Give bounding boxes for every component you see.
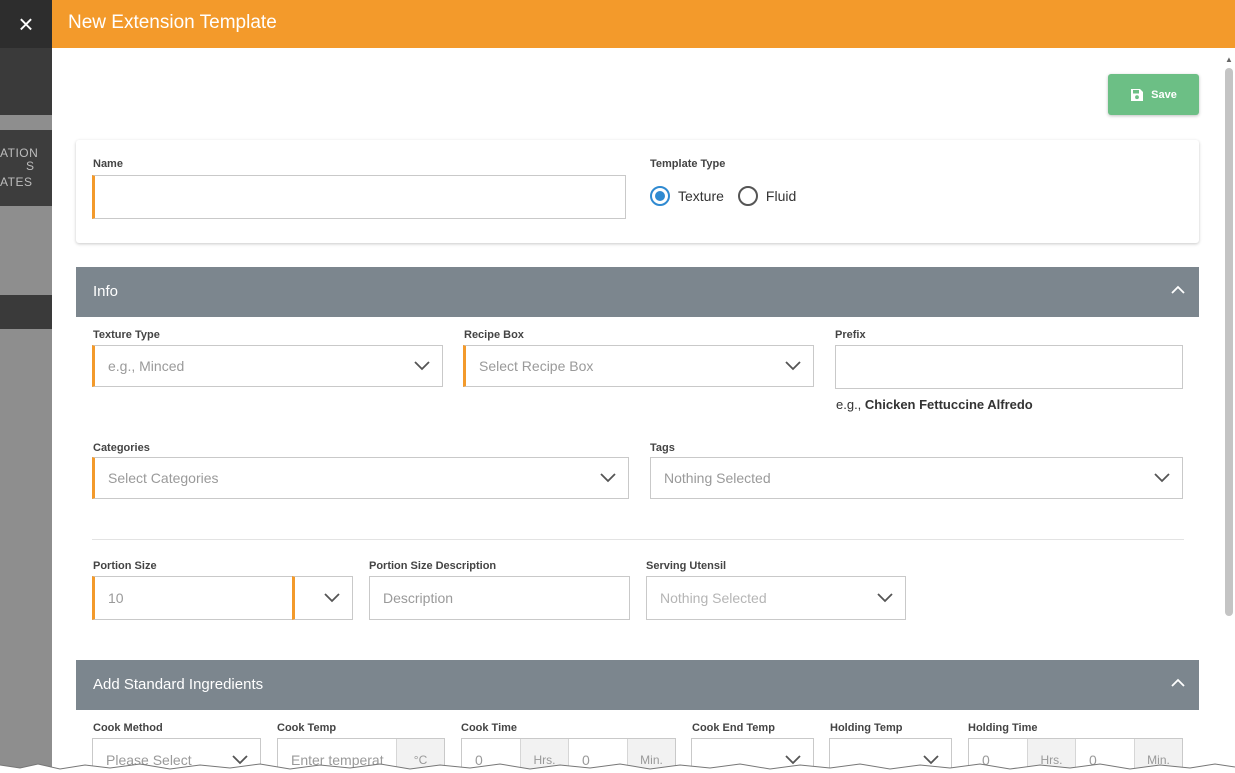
tags-label: Tags bbox=[650, 442, 675, 454]
prefix-label: Prefix bbox=[835, 329, 866, 341]
save-button[interactable]: Save bbox=[1108, 74, 1199, 115]
portion-size-input[interactable]: 10 bbox=[92, 576, 294, 620]
save-button-label: Save bbox=[1151, 88, 1177, 101]
chevron-up-icon[interactable] bbox=[1171, 678, 1185, 687]
torn-edge bbox=[0, 763, 1235, 773]
chevron-down-icon bbox=[324, 593, 340, 603]
modal-header: New Extension Template bbox=[52, 0, 1235, 48]
cook-temp-label: Cook Temp bbox=[277, 722, 337, 734]
radio-texture-label: Texture bbox=[678, 188, 724, 204]
portion-unit-select[interactable] bbox=[292, 576, 353, 620]
categories-label: Categories bbox=[93, 442, 150, 454]
portion-size-label: Portion Size bbox=[93, 560, 157, 572]
radio-selected-icon bbox=[650, 186, 670, 206]
serving-utensil-label: Serving Utensil bbox=[646, 560, 727, 572]
name-input[interactable] bbox=[92, 175, 626, 219]
texture-type-placeholder: e.g., Minced bbox=[108, 358, 185, 374]
info-section-header[interactable]: Info bbox=[76, 267, 1199, 317]
close-icon: × bbox=[18, 8, 34, 39]
info-section-title: Info bbox=[93, 283, 119, 300]
background-menu: ATION S ATES bbox=[0, 130, 52, 206]
name-label: Name bbox=[93, 158, 123, 170]
serving-utensil-select[interactable]: Nothing Selected bbox=[646, 576, 906, 620]
chevron-down-icon bbox=[414, 361, 430, 371]
scrollbar-thumb[interactable] bbox=[1225, 68, 1233, 616]
ingredients-section-title: Add Standard Ingredients bbox=[93, 676, 264, 693]
holding-time-label: Holding Time bbox=[968, 722, 1038, 734]
recipe-box-label: Recipe Box bbox=[464, 329, 524, 341]
tags-placeholder: Nothing Selected bbox=[664, 470, 771, 486]
radio-texture[interactable]: Texture bbox=[650, 186, 724, 206]
serving-utensil-placeholder: Nothing Selected bbox=[660, 590, 767, 606]
floppy-disk-icon bbox=[1131, 88, 1144, 101]
radio-fluid[interactable]: Fluid bbox=[737, 186, 797, 206]
template-type-radio-group: Texture Fluid bbox=[650, 186, 810, 206]
prefix-hint-prefix: e.g., bbox=[836, 397, 865, 412]
portion-size-description-placeholder: Description bbox=[383, 590, 454, 606]
chevron-down-icon bbox=[600, 473, 616, 483]
cook-time-label: Cook Time bbox=[461, 722, 518, 734]
chevron-down-icon bbox=[785, 361, 801, 371]
portion-size-value: 10 bbox=[108, 590, 124, 606]
cook-end-temp-label: Cook End Temp bbox=[692, 722, 775, 734]
chevron-up-icon[interactable] bbox=[1171, 285, 1185, 294]
modal-title: New Extension Template bbox=[68, 12, 277, 33]
tags-select[interactable]: Nothing Selected bbox=[650, 457, 1183, 499]
holding-temp-label: Holding Temp bbox=[830, 722, 903, 734]
categories-placeholder: Select Categories bbox=[108, 470, 219, 486]
texture-type-select[interactable]: e.g., Minced bbox=[92, 345, 443, 387]
template-type-label: Template Type bbox=[650, 158, 726, 170]
radio-fluid-label: Fluid bbox=[765, 188, 797, 204]
recipe-box-select[interactable]: Select Recipe Box bbox=[463, 345, 814, 387]
scroll-up-icon[interactable]: ▲ bbox=[1225, 56, 1233, 64]
chevron-down-icon bbox=[877, 593, 893, 603]
radio-unselected-icon bbox=[737, 186, 758, 206]
section-divider bbox=[92, 539, 1184, 540]
prefix-input[interactable] bbox=[835, 345, 1183, 389]
background-menu-fragment: ATES bbox=[0, 175, 33, 189]
close-button[interactable]: × bbox=[0, 0, 52, 48]
modal-content: ▲ Save Name Template Type Texture Fluid bbox=[52, 48, 1235, 773]
cook-method-label: Cook Method bbox=[93, 722, 163, 734]
recipe-box-placeholder: Select Recipe Box bbox=[479, 358, 594, 374]
categories-select[interactable]: Select Categories bbox=[92, 457, 629, 499]
portion-size-description-label: Portion Size Description bbox=[369, 560, 497, 572]
background-menu-fragment: ATION bbox=[0, 146, 39, 160]
prefix-hint: e.g., Chicken Fettuccine Alfredo bbox=[836, 397, 1033, 412]
background-app-sidebar: ATION S ATES bbox=[0, 0, 52, 773]
ingredients-section-header[interactable]: Add Standard Ingredients bbox=[76, 660, 1199, 710]
background-bar bbox=[0, 295, 52, 329]
general-card: Name Template Type Texture Fluid bbox=[76, 140, 1199, 243]
chevron-down-icon bbox=[1154, 473, 1170, 483]
vertical-scrollbar[interactable]: ▲ bbox=[1225, 56, 1233, 616]
prefix-hint-example: Chicken Fettuccine Alfredo bbox=[864, 397, 1033, 412]
texture-type-label: Texture Type bbox=[93, 329, 160, 341]
portion-size-description-input[interactable]: Description bbox=[369, 576, 630, 620]
background-menu-fragment: S bbox=[26, 159, 35, 173]
